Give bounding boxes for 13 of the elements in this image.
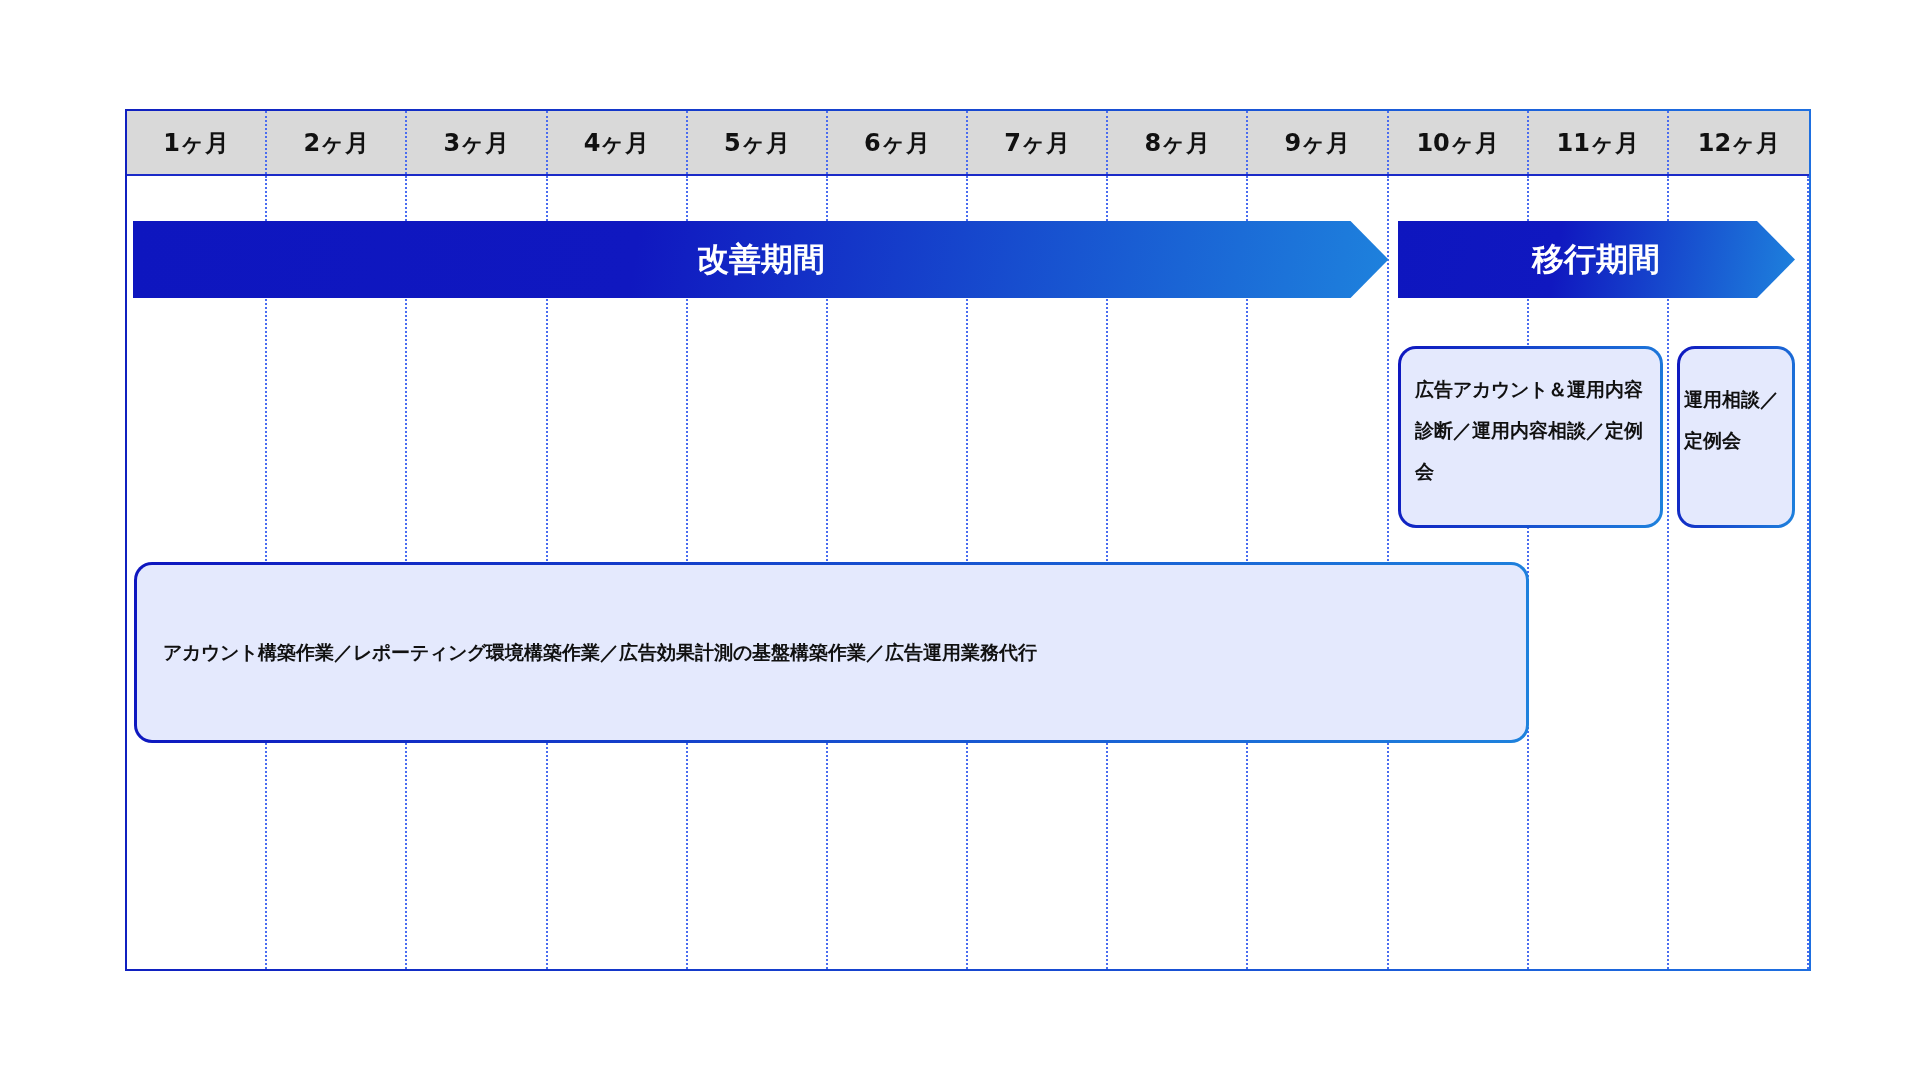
- month-header: 2ヶ月: [267, 111, 408, 174]
- month-header: 7ヶ月: [968, 111, 1109, 174]
- month-header: 12ヶ月: [1696, 127, 1782, 159]
- month-header: 10ヶ月: [1388, 111, 1529, 174]
- month-header: 3ヶ月: [407, 111, 548, 174]
- month-header: 11ヶ月: [1528, 111, 1669, 174]
- month-header: 4ヶ月: [547, 111, 688, 174]
- month-header: 8ヶ月: [1108, 111, 1249, 174]
- month-header: 1ヶ月: [127, 111, 268, 174]
- month-header: 6ヶ月: [827, 111, 968, 174]
- month-header: 5ヶ月: [687, 111, 828, 174]
- month-header: 9ヶ月: [1248, 111, 1389, 174]
- task-card: アカウント構築作業／レポーティング環境構築作業／広告効果計測の基盤構築作業／広告運用業務代行: [134, 562, 1529, 743]
